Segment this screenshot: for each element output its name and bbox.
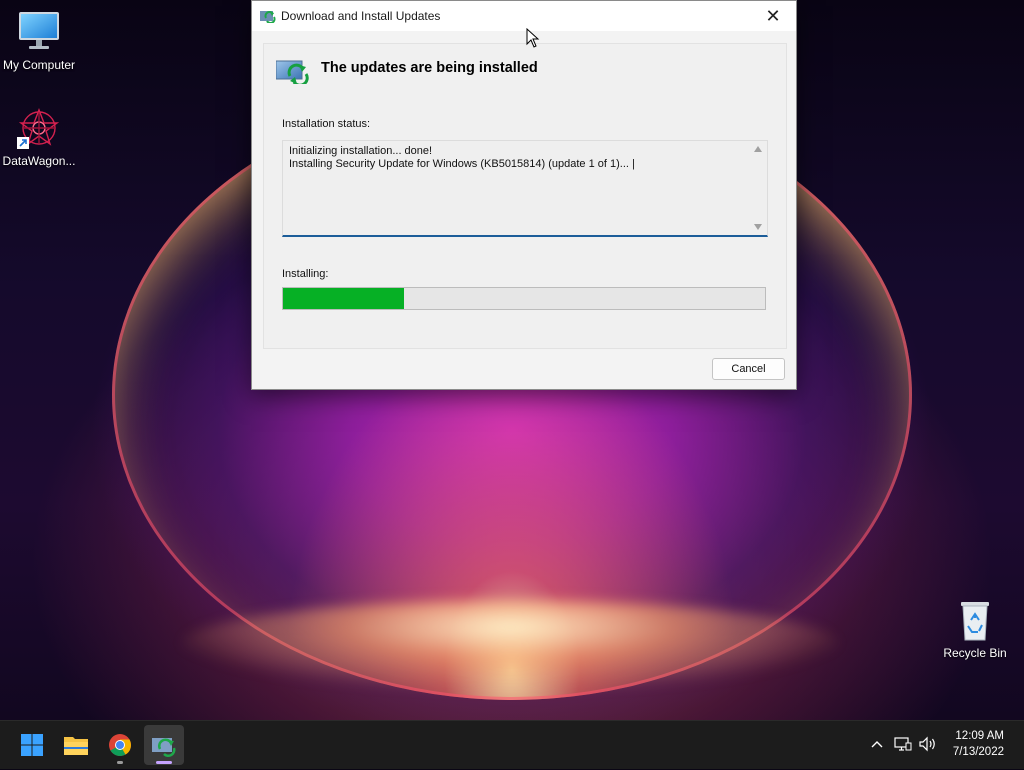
desktop: My Computer DataWagon... Recycle Bin Dow…	[0, 0, 1024, 720]
close-button[interactable]: ✕	[750, 1, 796, 31]
datawagon-app-icon	[17, 106, 61, 150]
running-indicator	[117, 761, 123, 764]
taskbar-windows-update[interactable]	[144, 725, 184, 765]
desktop-icon-my-computer[interactable]: My Computer	[0, 10, 78, 72]
clock-date[interactable]: 7/13/2022	[953, 746, 1004, 758]
folder-icon	[64, 737, 88, 755]
computer-monitor-icon	[17, 10, 61, 54]
network-icon[interactable]	[894, 735, 912, 753]
update-icon	[152, 738, 176, 757]
wallpaper-glow	[180, 600, 840, 690]
clock-time[interactable]: 12:09 AM	[955, 730, 1004, 742]
installing-label: Installing:	[282, 268, 329, 280]
taskbar-file-explorer[interactable]	[56, 725, 96, 765]
title-bar[interactable]: Download and Install Updates ✕	[252, 1, 796, 31]
mouse-cursor-icon	[526, 28, 540, 48]
windows-start-icon	[21, 734, 43, 756]
dialog-heading: The updates are being installed	[321, 60, 538, 76]
desktop-icon-recycle-bin[interactable]: Recycle Bin	[936, 598, 1014, 660]
taskbar-start-button[interactable]	[12, 725, 52, 765]
content-panel: The updates are being installed Installa…	[263, 43, 787, 349]
taskbar-chrome[interactable]	[100, 725, 140, 765]
install-progress-bar	[282, 287, 766, 310]
close-icon: ✕	[765, 6, 781, 26]
update-icon	[275, 58, 310, 87]
installation-status-label: Installation status:	[282, 118, 371, 130]
dialog-title: Download and Install Updates	[281, 9, 441, 23]
desktop-icon-label: DataWagon...	[2, 154, 76, 168]
scroll-down-icon[interactable]	[754, 224, 762, 230]
system-tray: 12:09 AM 7/13/2022	[864, 721, 1024, 769]
recycle-bin-icon	[953, 598, 997, 642]
log-scrollbar[interactable]	[750, 141, 767, 235]
scroll-up-icon[interactable]	[754, 146, 762, 152]
progress-fill	[283, 288, 404, 309]
volume-icon[interactable]	[918, 735, 938, 753]
cancel-button[interactable]: Cancel	[712, 358, 785, 380]
update-dialog: Download and Install Updates ✕ The updat…	[251, 0, 797, 390]
active-indicator	[156, 761, 172, 764]
desktop-icon-label: Recycle Bin	[943, 646, 1007, 660]
installation-status-log[interactable]: Initializing installation... done! Insta…	[282, 140, 768, 237]
update-icon	[260, 9, 276, 24]
taskbar: 12:09 AM 7/13/2022	[0, 720, 1024, 769]
chrome-icon	[109, 734, 131, 756]
status-log-text: Initializing installation... done! Insta…	[289, 145, 635, 170]
desktop-icon-datawagon[interactable]: DataWagon...	[0, 106, 78, 168]
chevron-up-icon[interactable]	[870, 737, 884, 751]
desktop-icon-label: My Computer	[2, 58, 76, 72]
